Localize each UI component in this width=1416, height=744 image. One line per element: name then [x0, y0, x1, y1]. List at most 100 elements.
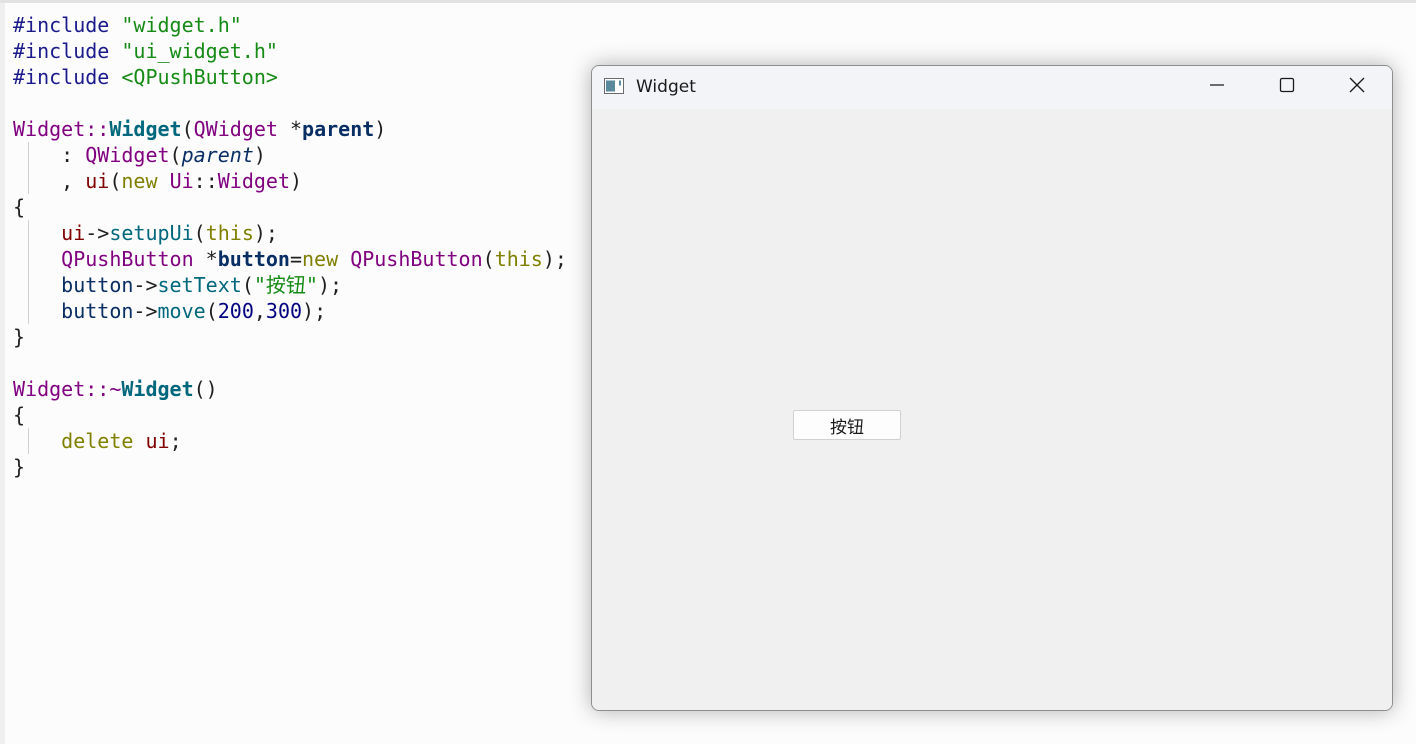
variable-ref: button [61, 299, 134, 323]
indent-guide [28, 220, 29, 324]
qt-window-icon [604, 78, 624, 94]
code-line-8: { [13, 194, 567, 220]
top-border [0, 0, 1416, 3]
param-type: QWidget [193, 117, 278, 141]
type-name: QPushButton [61, 247, 194, 271]
keyword-delete: delete [61, 429, 134, 453]
window-title: Widget [636, 77, 696, 97]
member-ui: ui [85, 169, 110, 193]
param-name: parent [302, 117, 375, 141]
code-line-2: #include "ui_widget.h" [13, 38, 567, 64]
code-line-13: } [13, 324, 567, 350]
namespace: Ui [169, 169, 194, 193]
brace: { [13, 195, 26, 219]
brace: } [13, 455, 26, 479]
include-file: <QPushButton> [121, 65, 278, 89]
destructor-name: Widget [121, 377, 194, 401]
paren: ) [253, 143, 266, 167]
push-button[interactable]: 按钮 [793, 410, 901, 440]
pointer: * [193, 247, 218, 271]
paren: ( [193, 221, 206, 245]
code-line-9: ui->setupUi(this); [13, 220, 567, 246]
brace: { [13, 403, 26, 427]
title-bar[interactable]: Widget [592, 66, 1392, 109]
code-line-12: button->move(200,300); [13, 298, 567, 324]
code-editor[interactable]: #include "widget.h" #include "ui_widget.… [13, 12, 567, 480]
include-directive: #include [13, 39, 110, 63]
code-line-6: : QWidget(parent) [13, 142, 567, 168]
variable-ref: button [61, 273, 134, 297]
code-line-18: } [13, 454, 567, 480]
minimize-icon [1209, 77, 1225, 98]
assign: = [289, 247, 303, 271]
initializer-comma: , [13, 169, 86, 193]
code-line-7: , ui(new Ui::Widget) [13, 168, 567, 194]
indent-guide [28, 428, 29, 454]
code-line-3: #include <QPushButton> [13, 64, 567, 90]
comma: , [253, 299, 266, 323]
code-line-10: QPushButton *button=new QPushButton(this… [13, 246, 567, 272]
code-line-5: Widget::Widget(QWidget *parent) [13, 116, 567, 142]
paren: ( [482, 247, 495, 271]
param-ref: parent [181, 143, 254, 167]
keyword-this: this [494, 247, 543, 271]
initializer-colon: : [13, 143, 86, 167]
editor-gutter [0, 3, 5, 744]
paren-semicolon: ); [317, 273, 343, 297]
brace: } [13, 325, 26, 349]
paren: ( [109, 169, 122, 193]
semicolon: ; [169, 429, 182, 453]
paren: ) [290, 169, 303, 193]
arrow-operator: -> [133, 273, 158, 297]
member-ui: ui [145, 429, 170, 453]
number-literal: 300 [265, 299, 303, 323]
code-line-15: Widget::~Widget() [13, 376, 567, 402]
code-line-17: delete ui; [13, 428, 567, 454]
maximize-icon [1279, 77, 1295, 98]
class-name: Widget [13, 117, 86, 141]
pointer: * [277, 117, 303, 141]
scope-operator: ::~ [85, 377, 122, 401]
indent-guide [28, 142, 29, 194]
maximize-button[interactable] [1252, 66, 1322, 109]
code-line-1: #include "widget.h" [13, 12, 567, 38]
class-name: Widget [13, 377, 86, 401]
string-literal: "按钮" [253, 273, 318, 297]
paren: ( [205, 299, 218, 323]
close-icon [1348, 76, 1366, 99]
keyword-new: new [302, 247, 339, 271]
paren-semicolon: ); [253, 221, 278, 245]
include-directive: #include [13, 65, 110, 89]
include-file: "ui_widget.h" [121, 39, 278, 63]
code-line-11: button->setText("按钮"); [13, 272, 567, 298]
paren: ) [374, 117, 387, 141]
variable-name: button [217, 247, 290, 271]
code-line-16: { [13, 402, 567, 428]
method-call: setupUi [109, 221, 194, 245]
paren: ( [169, 143, 182, 167]
arrow-operator: -> [85, 221, 110, 245]
keyword-this: this [205, 221, 254, 245]
constructor-name: Widget [109, 117, 182, 141]
paren-semicolon: ); [302, 299, 327, 323]
member-ui: ui [61, 221, 86, 245]
scope-operator: :: [85, 117, 110, 141]
class-name: QPushButton [350, 247, 483, 271]
widget-window[interactable]: Widget 按钮 [591, 65, 1393, 711]
keyword-new: new [121, 169, 158, 193]
include-file: "widget.h" [121, 13, 242, 37]
paren-semicolon: ); [542, 247, 567, 271]
scope-operator: :: [193, 169, 218, 193]
base-class: QWidget [85, 143, 170, 167]
close-button[interactable] [1322, 66, 1392, 109]
window-client-area: 按钮 [592, 109, 1392, 710]
arrow-operator: -> [133, 299, 158, 323]
method-call: setText [157, 273, 242, 297]
paren: () [193, 377, 218, 401]
minimize-button[interactable] [1182, 66, 1252, 109]
include-directive: #include [13, 13, 110, 37]
paren: ( [181, 117, 194, 141]
number-literal: 200 [217, 299, 254, 323]
